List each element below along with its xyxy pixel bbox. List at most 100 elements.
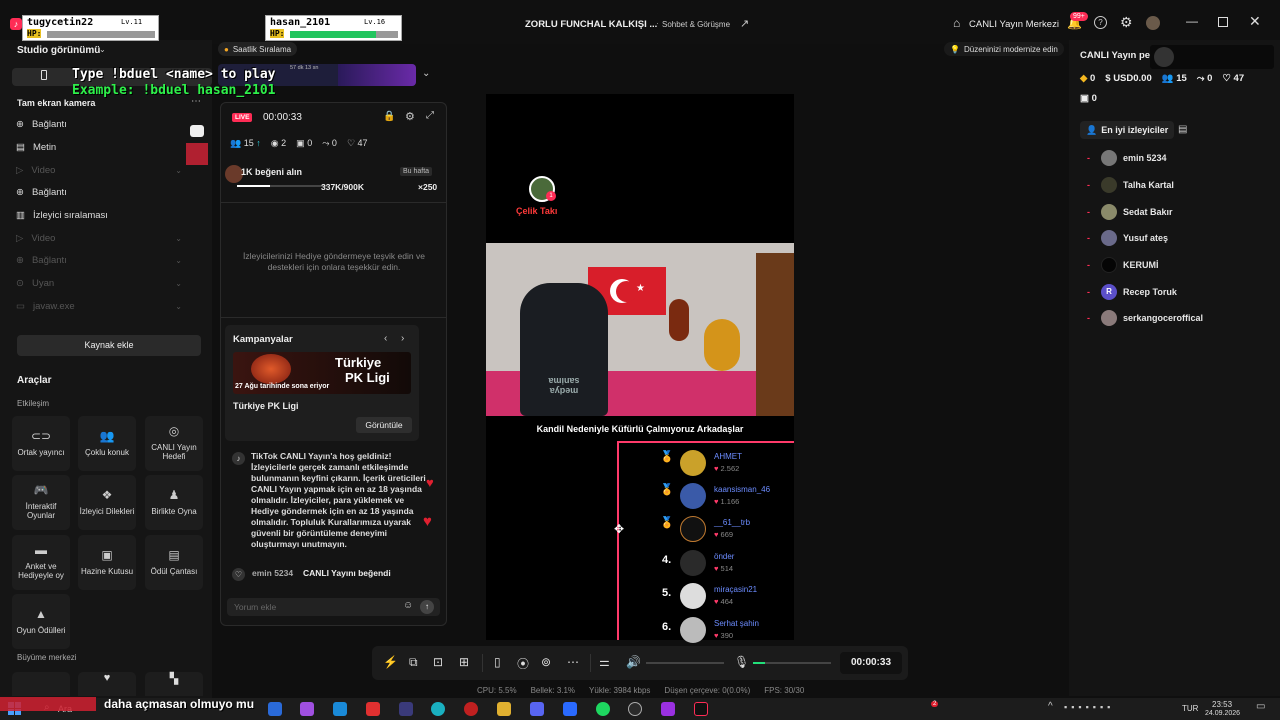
settings-icon[interactable]: ⚙ [405, 110, 415, 123]
floating-heart-icon: ♥ [426, 475, 434, 490]
chevron-right-icon[interactable]: › [401, 333, 404, 344]
emoji-icon[interactable]: ☺ [403, 600, 413, 611]
tray-icons[interactable]: ▪▪▪▪▪▪▪ [1064, 702, 1114, 712]
magic-wand-icon[interactable]: ⚡ [383, 655, 398, 669]
mini-expand-icon[interactable]: ⌄ [422, 68, 430, 79]
source-item-link-2[interactable]: ⊕ Bağlantı [16, 182, 186, 202]
source-item-video-2[interactable]: ▷ Video ⌄ [16, 228, 186, 248]
settings-gear-icon[interactable]: ⚙ [1120, 14, 1133, 31]
taskbar-app-icon[interactable] [628, 702, 642, 716]
leaderboard-avatar [680, 450, 706, 476]
leaderboard-avatar [680, 617, 706, 643]
folder-icon[interactable] [497, 702, 511, 716]
top-viewer-item[interactable]: - KERUMİ [1087, 256, 1159, 274]
taskbar-app-icon[interactable] [661, 702, 675, 716]
top-viewer-item[interactable]: - emin 5234 [1087, 149, 1167, 167]
taskbar-app-icon[interactable] [268, 702, 282, 716]
language-indicator[interactable]: TUR [1182, 704, 1198, 713]
dropped-frames: Düşen çerçeve: 0(0.0%) [664, 686, 751, 695]
player1-hp-bar [47, 31, 155, 38]
source-item-window[interactable]: ▭ javaw.exe ⌄ [16, 296, 186, 316]
chat-label[interactable]: Sohbet & Görüşme [662, 20, 730, 29]
help-icon[interactable]: ? [1094, 16, 1107, 29]
taskbar-app-icon[interactable] [563, 702, 577, 716]
top-viewer-item[interactable]: - R Recep Toruk [1087, 283, 1177, 301]
add-scene-icon[interactable]: ⧉ [409, 655, 418, 670]
comment-input[interactable]: Yorum ekle ☺ ↑ [227, 598, 440, 616]
live-goal-tool[interactable]: ◎ CANLI Yayın Hedefi [145, 416, 203, 471]
tray-badge: 2 [931, 701, 939, 707]
live-center-link[interactable]: CANLI Yayın Merkezi [969, 19, 1059, 30]
top-viewer-item[interactable]: - Sedat Bakır [1087, 203, 1173, 221]
camera-icon[interactable]: ⊡ [433, 655, 443, 669]
source-item-app[interactable]: ⊙ Uyan ⌄ [16, 273, 186, 293]
mic-volume-slider[interactable] [753, 662, 831, 664]
taskbar-app-icon[interactable] [300, 702, 314, 716]
like-event-user[interactable]: emin 5234 [252, 568, 293, 578]
minimize-icon[interactable]: — [1186, 14, 1198, 28]
add-source-button[interactable]: Kaynak ekle [17, 335, 201, 356]
growth-tool-2[interactable]: ♥ [78, 672, 136, 696]
lock-icon[interactable]: 🔒 [383, 111, 395, 122]
fullscreen-camera-scene[interactable]: Tam ekran kamera [17, 98, 95, 108]
source-item-video-1[interactable]: ▷ Video ⌄ [16, 160, 186, 180]
notification-icon[interactable]: ▭ [1256, 701, 1265, 712]
top-viewer-item[interactable]: - Talha Kartal [1087, 176, 1174, 194]
multi-guest-tool[interactable]: 👥 Çoklu konuk [78, 416, 136, 471]
growth-tool-3[interactable]: ▚ [145, 672, 203, 696]
popout-icon[interactable]: ⤢ [426, 110, 434, 121]
poll-tool[interactable]: ▬ Anket ve Hediyeyle oy [12, 535, 70, 590]
taskbar-app-icon[interactable] [399, 702, 413, 716]
top-viewer-item[interactable]: - serkangoceroffical [1087, 309, 1203, 327]
studio-view-dropdown[interactable]: Studio görünümü [17, 45, 100, 56]
layout-tip-pill[interactable]: 💡 Düzeninizi modernize edin [944, 42, 1064, 56]
source-item-link-1[interactable]: ⊕ Bağlantı [16, 114, 186, 134]
reward-bag-tool[interactable]: ▤ Ödül Çantası [145, 535, 203, 590]
hourly-ranking-pill[interactable]: ● Saatlik Sıralama [218, 42, 298, 56]
camera-switch-icon[interactable]: ⊚ [541, 655, 551, 669]
campaign-banner[interactable]: Türkiye PK Ligi 27 Ağu tarihinde sona er… [233, 352, 411, 394]
top-viewers-tab[interactable]: 👤 En iyi izleyiciler [1080, 121, 1175, 139]
mixer-icon[interactable]: ⚌ [599, 655, 610, 669]
speaker-volume-slider[interactable] [646, 662, 724, 664]
source-item-text[interactable]: ▤ Metin [16, 137, 186, 157]
taskbar-app-icon[interactable] [333, 702, 347, 716]
source-item-link-3[interactable]: ⊕ Bağlantı ⌄ [16, 250, 186, 270]
stream-title[interactable]: ZORLU FUNCHAL KALKIŞI ... [525, 19, 657, 30]
game-rewards-tool[interactable]: ▲ Oyun Ödülleri [12, 594, 70, 649]
treasure-box-tool[interactable]: ▣ Hazine Kutusu [78, 535, 136, 590]
chevron-up-icon[interactable]: ^ [1048, 701, 1053, 712]
clock-date[interactable]: 24.09.2026 [1205, 710, 1240, 717]
top-viewer-item[interactable]: - Yusuf ateş [1087, 229, 1168, 247]
share-icon[interactable]: ↗ [740, 17, 749, 30]
add-media-icon[interactable]: ⊞ [459, 655, 469, 669]
avatar: R [1101, 284, 1117, 300]
clock-time[interactable]: 23:53 [1212, 700, 1232, 709]
taskbar-app-icon[interactable] [366, 702, 380, 716]
send-icon[interactable]: ↑ [420, 600, 434, 614]
speaker-icon[interactable]: 🔊 [626, 655, 641, 669]
close-icon[interactable]: ✕ [1249, 13, 1261, 30]
microphone-icon[interactable]: 🎙 [734, 655, 749, 669]
chevron-left-icon[interactable]: ‹ [384, 333, 387, 344]
spotify-icon[interactable] [596, 702, 610, 716]
tiktok-icon[interactable] [694, 702, 708, 716]
more-icon[interactable]: ⋯ [567, 655, 579, 669]
phone-icon[interactable]: ▯ [494, 655, 501, 669]
interactive-games-tool[interactable]: 🎮 İnteraktif Oyunlar [12, 475, 70, 530]
maximize-icon[interactable] [1218, 17, 1228, 27]
viewer-wishes-tool[interactable]: ❖ İzleyici Dilekleri [78, 475, 136, 530]
edge-icon[interactable] [431, 702, 445, 716]
people-icon: 👥 [1161, 73, 1174, 84]
list-icon[interactable]: ▤ [1178, 124, 1187, 135]
source-item-viewer-ranking[interactable]: ▥ İzleyici sıralaması [16, 205, 186, 225]
play-together-tool[interactable]: ♟ Birlikte Oyna [145, 475, 203, 530]
weekly-goal[interactable]: 1K beğeni alın Bu hafta 337K/900K ×250 [225, 163, 443, 199]
record-icon[interactable]: ⦿ [517, 655, 529, 672]
discord-icon[interactable] [530, 702, 544, 716]
view-campaign-button[interactable]: Görüntüle [356, 417, 412, 433]
co-host-tool[interactable]: ⊂⊃ Ortak yayıncı [12, 416, 70, 471]
taskbar-app-icon[interactable] [464, 702, 478, 716]
growth-tool-1[interactable] [12, 672, 70, 696]
profile-avatar[interactable] [1146, 16, 1160, 30]
